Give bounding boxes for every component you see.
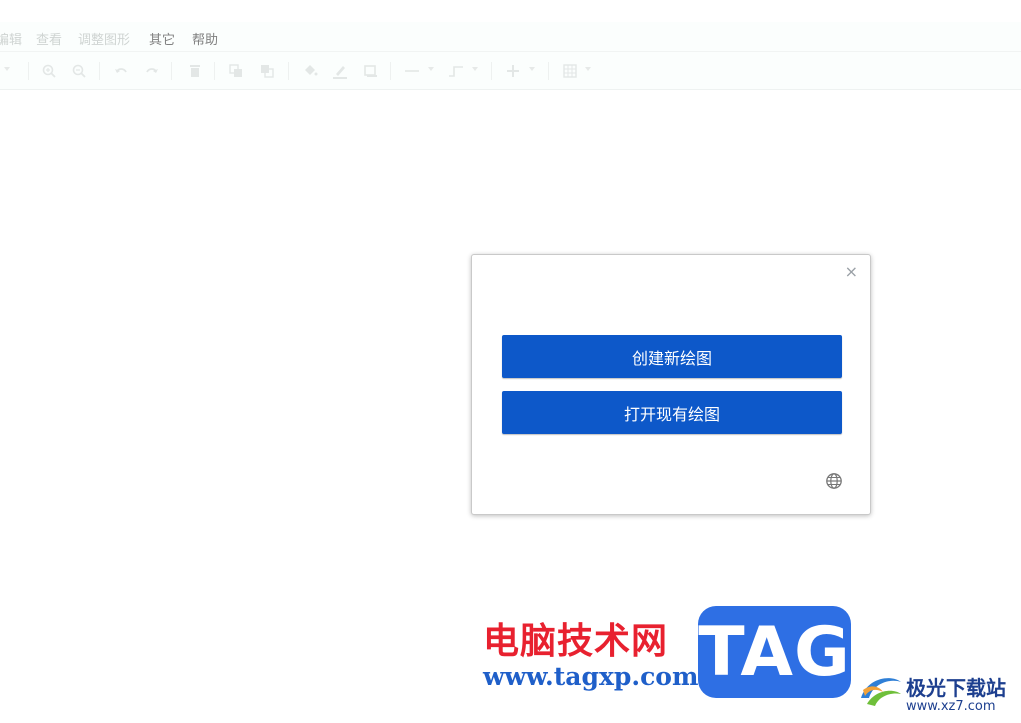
toolbar-separator <box>28 62 29 80</box>
table-icon[interactable] <box>560 61 580 81</box>
watermark-site-name-2: 极光下载站 <box>906 676 1006 700</box>
toolbar <box>0 52 1021 90</box>
zoom-in-icon[interactable] <box>39 61 59 81</box>
toolbar-separator <box>288 62 289 80</box>
toolbar-separator <box>390 62 391 80</box>
menu-bar: 编辑 查看 调整图形 其它 帮助 <box>0 22 1021 52</box>
toolbar-separator <box>214 62 215 80</box>
waypoints-icon[interactable] <box>446 61 466 81</box>
create-new-diagram-button[interactable]: 创建新绘图 <box>502 335 842 378</box>
toolbar-separator <box>548 62 549 80</box>
chevron-down-icon[interactable] <box>428 67 434 71</box>
undo-icon[interactable] <box>111 61 131 81</box>
toolbar-separator <box>99 62 100 80</box>
start-dialog: × 创建新绘图 打开现有绘图 <box>471 254 871 515</box>
line-color-icon[interactable] <box>330 61 350 81</box>
fill-color-icon[interactable] <box>300 61 320 81</box>
aurora-logo-icon <box>857 668 905 712</box>
menu-help[interactable]: 帮助 <box>192 29 218 48</box>
menu-arrange[interactable]: 调整图形 <box>78 29 130 48</box>
watermark-site-name: 电脑技术网 <box>483 621 669 662</box>
watermark-site-url: www.tagxp.com <box>483 662 699 691</box>
insert-icon[interactable] <box>503 61 523 81</box>
delete-icon[interactable] <box>185 61 205 81</box>
watermark-tag-logo: TAG <box>698 606 851 698</box>
to-back-icon[interactable] <box>257 61 277 81</box>
shadow-icon[interactable] <box>361 61 381 81</box>
zoom-out-icon[interactable] <box>69 61 89 81</box>
watermark-site-url-2: www.xz7.com <box>906 699 996 714</box>
menu-view[interactable]: 查看 <box>36 29 62 48</box>
to-front-icon[interactable] <box>226 61 246 81</box>
chevron-down-icon[interactable] <box>472 67 478 71</box>
chevron-down-icon[interactable] <box>4 67 10 71</box>
open-existing-diagram-button[interactable]: 打开现有绘图 <box>502 391 842 434</box>
chevron-down-icon[interactable] <box>529 67 535 71</box>
redo-icon[interactable] <box>142 61 162 81</box>
toolbar-separator <box>171 62 172 80</box>
menu-extras[interactable]: 其它 <box>149 29 175 48</box>
chevron-down-icon[interactable] <box>585 67 591 71</box>
menu-edit[interactable]: 编辑 <box>0 29 22 48</box>
close-icon[interactable]: × <box>845 264 858 280</box>
connection-icon[interactable] <box>402 61 422 81</box>
globe-icon[interactable] <box>825 472 843 490</box>
toolbar-separator <box>491 62 492 80</box>
